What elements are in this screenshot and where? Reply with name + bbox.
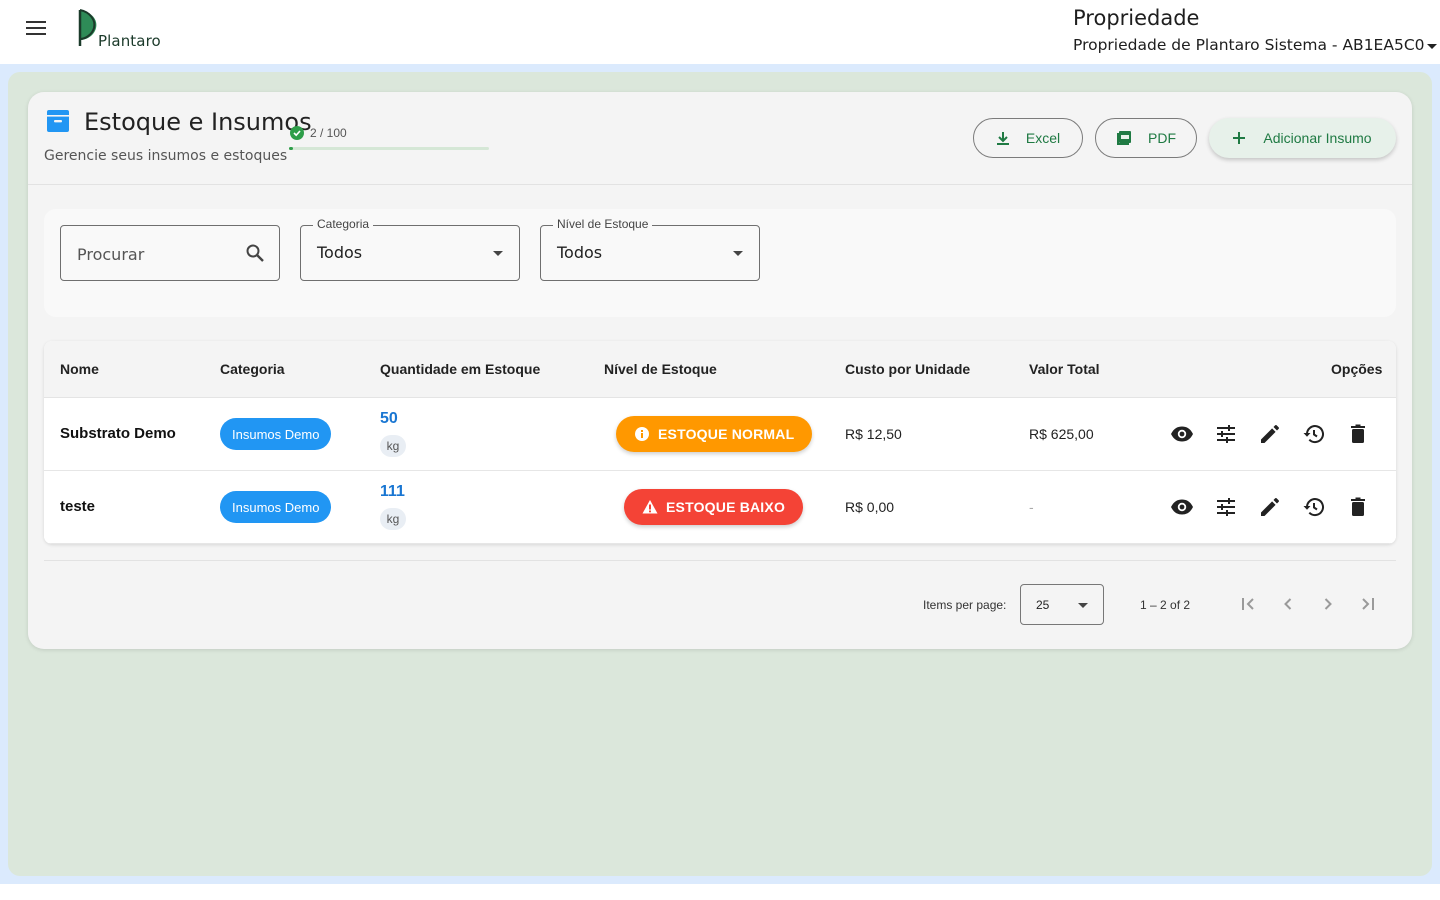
inventory-card: Estoque e Insumos Gerencie seus insumos … (28, 92, 1412, 649)
stock-level-select[interactable]: Nível de Estoque Todos (540, 217, 760, 281)
column-header[interactable]: Quantidade em Estoque (380, 361, 540, 377)
top-app-bar: Plantaro Propriedade Propriedade de Plan… (0, 0, 1440, 64)
stock-level-badge: ESTOQUE BAIXO (624, 489, 804, 525)
items-per-page-label: Items per page: (923, 598, 1007, 612)
export-excel-button[interactable]: Excel (973, 118, 1083, 158)
adjust-icon[interactable] (1214, 422, 1238, 446)
quota-indicator: 2 / 100 (290, 126, 347, 140)
table-row[interactable]: teste Insumos Demo 111 kg ESTOQUE BAIXO … (44, 471, 1396, 544)
download-icon (996, 132, 1009, 145)
info-icon (635, 427, 649, 441)
unit-badge: kg (380, 508, 406, 530)
edit-icon[interactable] (1258, 495, 1282, 519)
next-page-icon[interactable] (1316, 592, 1340, 616)
history-icon[interactable] (1302, 422, 1326, 446)
search-input[interactable]: Procurar (60, 225, 280, 281)
plus-icon (1233, 132, 1246, 144)
unit-cost: R$ 0,00 (845, 499, 895, 515)
property-title: Propriedade (1073, 6, 1200, 30)
page-title: Estoque e Insumos (84, 108, 312, 136)
filters-panel: Procurar Categoria Todos Nível de Estoqu… (44, 209, 1396, 317)
logo-text: Plantaro (98, 32, 161, 50)
pagination-divider (44, 560, 1396, 561)
pagination-range: 1 – 2 of 2 (1140, 598, 1191, 612)
total-value: R$ 625,00 (1029, 426, 1094, 442)
dropdown-arrow-icon (733, 251, 743, 256)
quota-progress-bar (289, 147, 489, 150)
quantity-value: 111 (380, 483, 405, 500)
archive-icon (46, 109, 70, 133)
content-area: Estoque e Insumos Gerencie seus insumos … (8, 72, 1432, 876)
column-header[interactable]: Nível de Estoque (604, 361, 717, 377)
search-placeholder: Procurar (77, 245, 145, 264)
check-circle-icon (290, 126, 304, 140)
first-page-icon[interactable] (1236, 592, 1260, 616)
row-actions (1170, 495, 1370, 519)
header-divider (28, 184, 1412, 185)
excel-label: Excel (1025, 130, 1061, 146)
category-label: Categoria (313, 217, 374, 231)
items-per-page-select[interactable]: 25 (1020, 584, 1104, 625)
quota-text: 2 / 100 (310, 126, 347, 140)
add-supply-label: Adicionar Insumo (1263, 130, 1372, 146)
menu-icon[interactable] (20, 16, 52, 40)
supplies-table: Nome Categoria Quantidade em Estoque Nív… (44, 341, 1396, 544)
previous-page-icon[interactable] (1276, 592, 1300, 616)
caret-down-icon (1426, 43, 1437, 49)
category-select[interactable]: Categoria Todos (300, 217, 520, 281)
add-supply-button[interactable]: Adicionar Insumo (1209, 118, 1396, 158)
delete-icon[interactable] (1346, 422, 1370, 446)
property-selector[interactable]: Propriedade Propriedade de Plantaro Sist… (1073, 6, 1437, 54)
view-icon[interactable] (1170, 495, 1194, 519)
edit-icon[interactable] (1258, 422, 1282, 446)
pdf-icon (1117, 131, 1131, 145)
category-chip: Insumos Demo (220, 491, 332, 523)
unit-cost: R$ 12,50 (845, 426, 902, 442)
property-dropdown[interactable]: Propriedade de Plantaro Sistema - AB1EA5… (1073, 36, 1437, 54)
table-row[interactable]: Substrato Demo Insumos Demo 50 kg ESTOQU… (44, 398, 1396, 471)
column-header: Opções (1331, 361, 1383, 377)
property-selected: Propriedade de Plantaro Sistema - AB1EA5… (1073, 36, 1425, 54)
adjust-icon[interactable] (1214, 495, 1238, 519)
history-icon[interactable] (1302, 495, 1326, 519)
stock-level-text: ESTOQUE BAIXO (666, 499, 786, 515)
stock-level-value: Todos (557, 243, 603, 262)
category-chip: Insumos Demo (220, 418, 332, 450)
dropdown-arrow-icon (493, 251, 503, 256)
column-header[interactable]: Valor Total (1029, 361, 1100, 377)
category-value: Todos (317, 243, 363, 262)
item-name: teste (60, 498, 96, 515)
total-value: - (1029, 499, 1034, 515)
plantaro-logo[interactable]: Plantaro (72, 8, 172, 52)
warning-icon (642, 500, 658, 514)
column-header[interactable]: Custo por Unidade (845, 361, 970, 377)
items-per-page-value: 25 (1036, 598, 1050, 612)
quota-progress-fill (289, 147, 293, 150)
pdf-label: PDF (1148, 130, 1176, 146)
table-header: Nome Categoria Quantidade em Estoque Nív… (44, 341, 1396, 398)
column-header[interactable]: Nome (60, 361, 99, 377)
row-actions (1170, 422, 1370, 446)
delete-icon[interactable] (1346, 495, 1370, 519)
stock-level-badge: ESTOQUE NORMAL (616, 416, 813, 452)
export-pdf-button[interactable]: PDF (1095, 118, 1197, 158)
last-page-icon[interactable] (1356, 592, 1380, 616)
item-name: Substrato Demo (60, 425, 176, 442)
view-icon[interactable] (1170, 422, 1194, 446)
search-icon[interactable] (245, 243, 265, 263)
unit-badge: kg (380, 435, 406, 457)
column-header[interactable]: Categoria (220, 361, 285, 377)
page-subtitle: Gerencie seus insumos e estoques (44, 148, 288, 164)
quantity-value: 50 (380, 410, 398, 427)
page-background: Estoque e Insumos Gerencie seus insumos … (0, 64, 1440, 884)
stock-level-label: Nível de Estoque (553, 217, 653, 231)
stock-level-text: ESTOQUE NORMAL (658, 426, 795, 442)
dropdown-arrow-icon (1078, 603, 1088, 608)
